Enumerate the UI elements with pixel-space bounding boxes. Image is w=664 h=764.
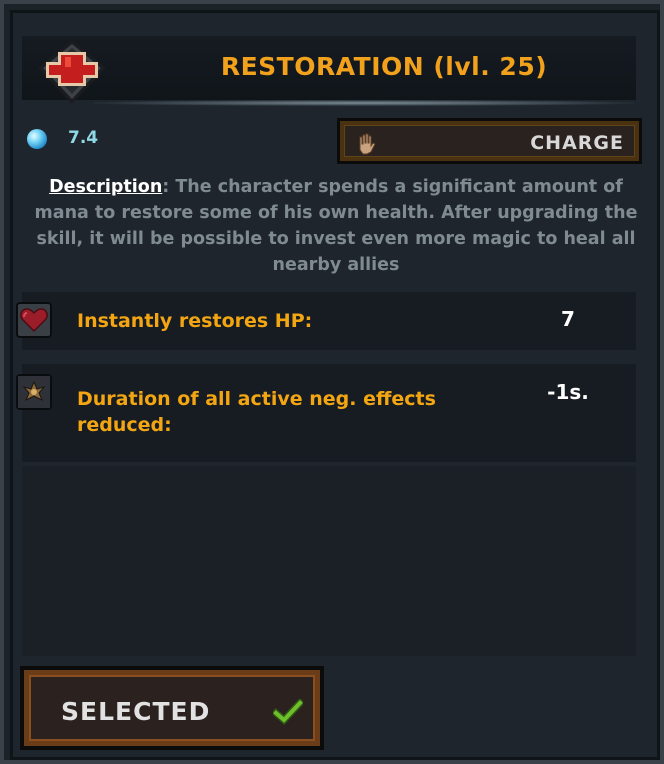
selected-label: SELECTED: [61, 697, 211, 726]
skill-description: Description: The character spends a sign…: [26, 174, 646, 278]
stat-row-neg-effects: Duration of all active neg. effects redu…: [16, 364, 636, 462]
curse-debuff-icon: [16, 374, 52, 410]
skill-title: RESTORATION (lvl. 25): [220, 52, 548, 81]
description-label: Description: [49, 177, 163, 197]
selected-button[interactable]: SELECTED: [20, 666, 324, 750]
hand-icon: [359, 133, 376, 155]
skill-tooltip-frame: RESTORATION (lvl. 25) 7.4 CHARGE Descrip…: [0, 0, 664, 764]
cast-type-button[interactable]: CHARGE: [337, 118, 642, 164]
mana-cost: 7.4: [68, 128, 99, 148]
heart-icon: [16, 302, 52, 338]
stat-value: 7: [561, 307, 575, 331]
header-divider: [94, 100, 634, 106]
stat-row-hp: Instantly restores HP: 7: [16, 292, 636, 350]
mana-orb-icon: [27, 129, 47, 149]
selected-button-inner: SELECTED: [29, 675, 315, 741]
stat-value: -1s.: [547, 380, 589, 404]
stat-label: Duration of all active neg. effects redu…: [77, 388, 436, 436]
red-cross-icon: [38, 40, 106, 104]
cast-type-button-inner: CHARGE: [344, 125, 635, 157]
stat-label: Instantly restores HP:: [77, 310, 313, 332]
empty-stats-area: [22, 466, 636, 656]
cast-type-label: CHARGE: [530, 132, 624, 154]
checkmark-icon: [273, 699, 303, 725]
